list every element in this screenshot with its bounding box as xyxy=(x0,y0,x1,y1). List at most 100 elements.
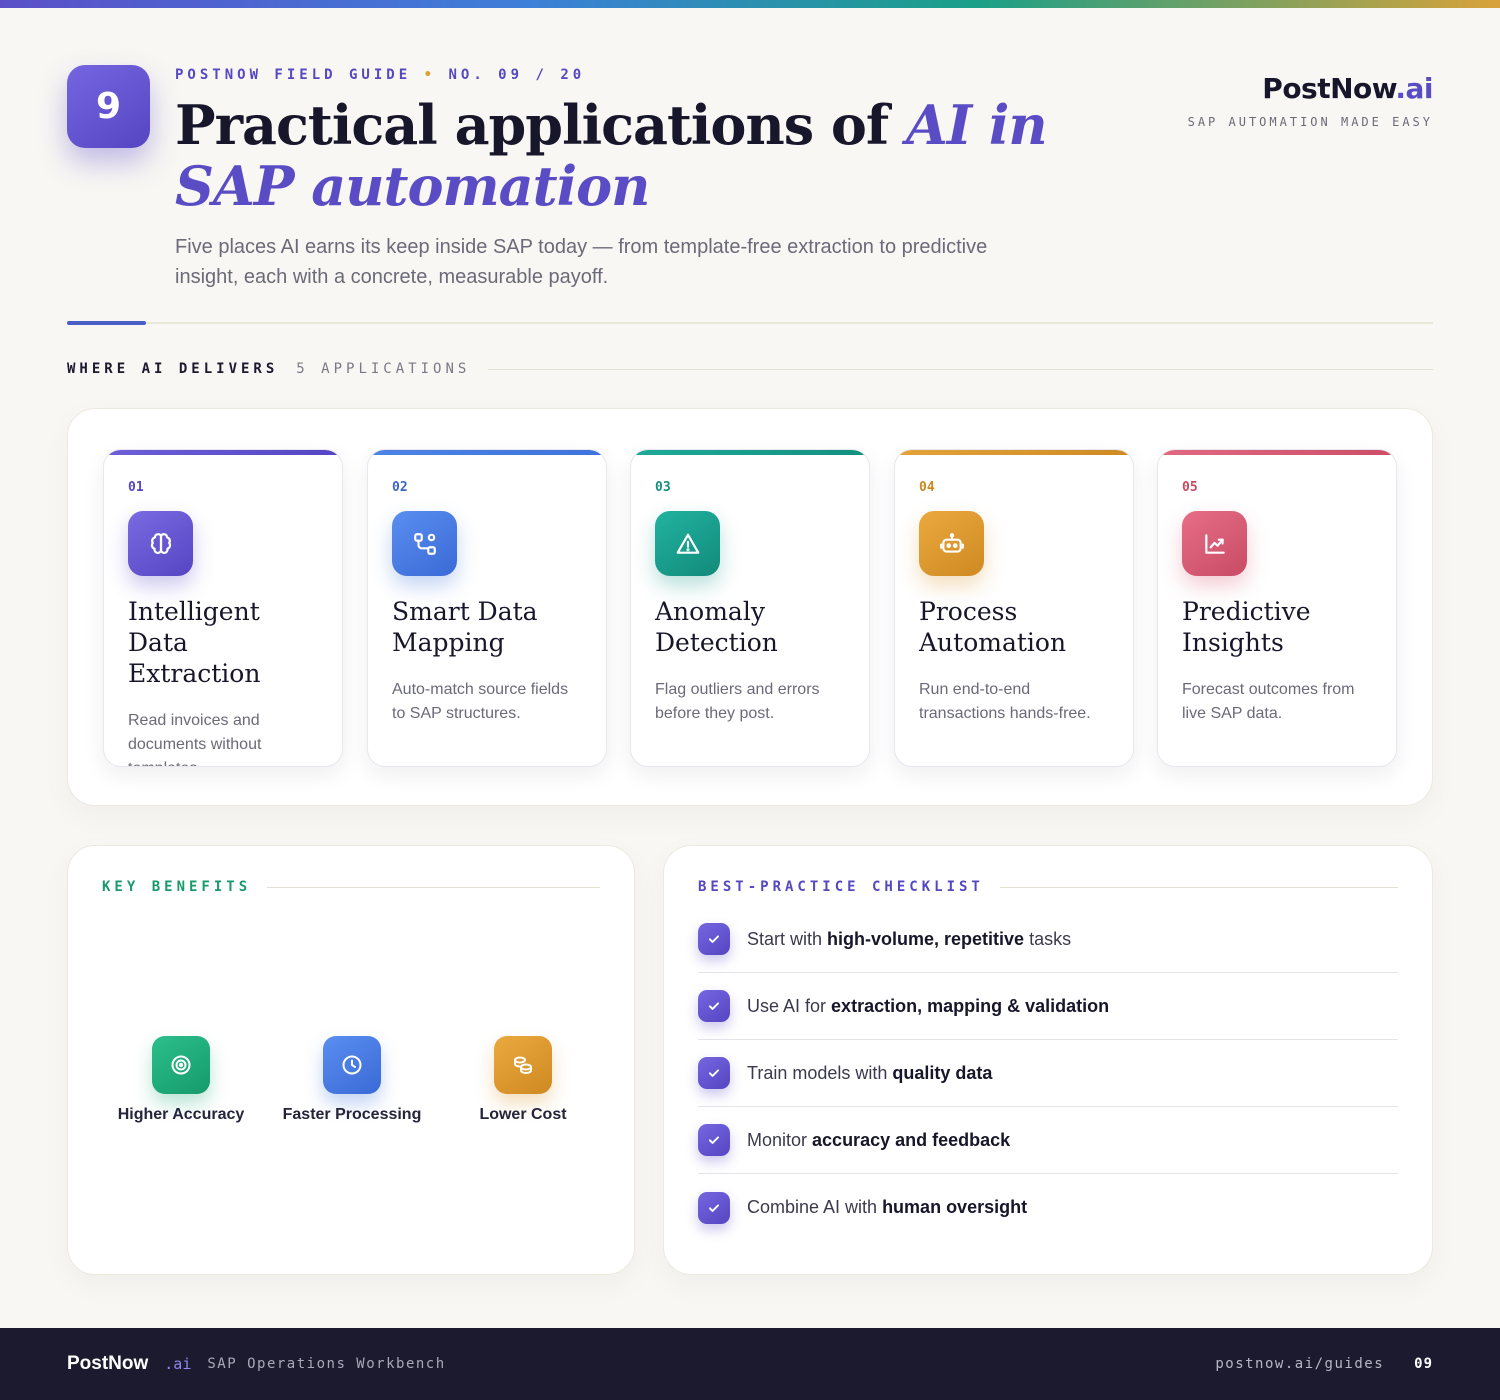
chart-line-icon xyxy=(1182,511,1247,576)
card-title: Predictive Insights xyxy=(1182,597,1311,657)
card-accent-strip xyxy=(368,450,606,455)
checkbox-checked-icon[interactable] xyxy=(698,1124,730,1156)
checklist-text-post: tasks xyxy=(1024,928,1072,949)
checklist-text-pre: Train models with xyxy=(747,1062,893,1083)
checkbox-checked-icon[interactable] xyxy=(698,990,730,1022)
benefit-item: Lower Cost xyxy=(438,1036,608,1124)
card-title: Intelligent Data Extraction xyxy=(128,597,261,688)
header-divider xyxy=(67,322,1433,324)
card-number: 03 xyxy=(655,480,671,495)
checklist-text-bold: quality data xyxy=(892,1062,993,1083)
checklist-text-bold: human oversight xyxy=(882,1197,1028,1217)
checklist-text: Train models with quality data xyxy=(747,1063,992,1084)
robot-icon xyxy=(919,511,984,576)
warning-icon xyxy=(655,511,720,576)
application-card[interactable]: 02 Smart Data Mapping Auto-match source … xyxy=(367,449,607,767)
card-description: Flag outliers and errors before they pos… xyxy=(655,681,820,722)
coins-icon xyxy=(494,1036,552,1094)
card-accent-strip xyxy=(1158,450,1396,455)
section-label: WHERE AI DELIVERS xyxy=(67,361,279,377)
checklist-text-bold: extraction, mapping & validation xyxy=(831,995,1110,1016)
brand-suffix: .ai xyxy=(1395,72,1433,105)
target-icon xyxy=(152,1036,210,1094)
page-footer: PostNow .ai SAP Operations Workbench pos… xyxy=(0,1328,1500,1400)
card-number: 02 xyxy=(392,480,408,495)
footer-url-link[interactable]: postnow.ai/guides xyxy=(1215,1356,1384,1372)
kicker-series: POSTNOW FIELD GUIDE xyxy=(175,67,412,83)
application-card[interactable]: 01 Intelligent Data Extraction Read invo… xyxy=(103,449,343,767)
checklist-text-bold: accuracy and feedback xyxy=(812,1129,1011,1150)
checklist-text-pre: Start with xyxy=(747,928,828,949)
footer-page-number: 09 xyxy=(1414,1356,1433,1372)
checklist-heading-rule xyxy=(999,886,1398,888)
guide-number-badge: 9 xyxy=(67,65,150,148)
footer-brand-suffix: .ai xyxy=(164,1355,192,1373)
card-accent-strip xyxy=(104,450,342,455)
benefit-item: Higher Accuracy xyxy=(96,1036,266,1124)
benefit-item: Faster Processing xyxy=(267,1036,437,1124)
section-heading: WHERE AI DELIVERS 5 APPLICATIONS xyxy=(67,361,1433,377)
card-number: 04 xyxy=(919,480,935,495)
card-number: 01 xyxy=(128,480,144,495)
brain-icon xyxy=(128,511,193,576)
checkbox-checked-icon[interactable] xyxy=(698,1191,730,1224)
card-description: Forecast outcomes from live SAP data. xyxy=(1182,681,1355,722)
card-title: Anomaly Detection xyxy=(655,597,778,657)
benefit-label: Faster Processing xyxy=(282,1106,422,1123)
checklist-text-pre: Combine AI with xyxy=(747,1197,883,1217)
application-card[interactable]: 03 Anomaly Detection Flag outliers and e… xyxy=(630,449,870,767)
applications-panel: 01 Intelligent Data Extraction Read invo… xyxy=(67,408,1433,806)
card-accent-strip xyxy=(631,450,869,455)
benefits-panel: KEY BENEFITS Higher Accuracy Faster Proc… xyxy=(67,845,635,1275)
top-gradient-bar xyxy=(0,0,1500,8)
kicker-issue: NO. 09 / 20 xyxy=(448,67,586,83)
checklist-text-pre: Use AI for xyxy=(747,995,832,1016)
checklist-item: Start with high-volume, repetitive tasks xyxy=(698,906,1398,973)
footer-brand[interactable]: PostNow xyxy=(67,1353,148,1375)
checklist-panel: BEST-PRACTICE CHECKLIST Start with high-… xyxy=(663,845,1433,1275)
application-card[interactable]: 04 Process Automation Run end-to-end tra… xyxy=(894,449,1134,767)
checklist-text: Use AI for extraction, mapping & validat… xyxy=(747,996,1109,1017)
card-accent-strip xyxy=(895,450,1133,455)
checkbox-checked-icon[interactable] xyxy=(698,923,730,955)
brand-block: PostNow.ai SAP AUTOMATION MADE EASY xyxy=(1187,72,1434,129)
page-subtitle: Five places AI earns its keep inside SAP… xyxy=(175,236,988,288)
checkbox-checked-icon[interactable] xyxy=(698,1057,730,1089)
workflow-icon xyxy=(392,511,457,576)
card-description: Run end-to-end transactions hands-free. xyxy=(919,681,1091,722)
brand-logo[interactable]: PostNow.ai xyxy=(1188,72,1433,105)
brand-tagline: SAP AUTOMATION MADE EASY xyxy=(1187,115,1433,129)
header-divider-accent xyxy=(67,321,146,325)
checklist-heading: BEST-PRACTICE CHECKLIST xyxy=(698,879,1398,895)
card-number: 05 xyxy=(1182,480,1198,495)
card-title: Process Automation xyxy=(919,597,1067,657)
checklist-text-pre: Monitor xyxy=(747,1129,813,1150)
checklist-text: Monitor accuracy and feedback xyxy=(747,1130,1010,1151)
benefits-heading-label: KEY BENEFITS xyxy=(102,879,252,895)
card-description: Auto-match source fields to SAP structur… xyxy=(392,681,569,722)
checklist-text: Combine AI with human oversight xyxy=(747,1197,1027,1218)
checklist-item: Use AI for extraction, mapping & validat… xyxy=(698,973,1398,1040)
application-card[interactable]: 05 Predictive Insights Forecast outcomes… xyxy=(1157,449,1397,767)
checklist-text: Start with high-volume, repetitive tasks xyxy=(747,929,1071,950)
clock-icon xyxy=(323,1036,381,1094)
page-title: Practical applications of AI in SAP auto… xyxy=(175,95,1135,217)
checklist-text-bold: high-volume, repetitive xyxy=(827,928,1025,949)
benefit-label: Lower Cost xyxy=(479,1106,567,1123)
brand-name: PostNow xyxy=(1262,72,1396,105)
checklist-heading-label: BEST-PRACTICE CHECKLIST xyxy=(698,879,984,895)
checklist-item: Combine AI with human oversight xyxy=(698,1174,1398,1241)
checklist-item: Train models with quality data xyxy=(698,1040,1398,1107)
section-count: 5 APPLICATIONS xyxy=(296,361,471,377)
card-title: Smart Data Mapping xyxy=(392,597,538,657)
benefits-heading: KEY BENEFITS xyxy=(102,879,600,895)
benefits-heading-rule xyxy=(267,886,600,888)
benefit-label: Higher Accuracy xyxy=(117,1106,245,1123)
title-text: Practical applications of xyxy=(175,93,906,157)
section-rule xyxy=(488,368,1433,370)
card-description: Read invoices and documents without temp… xyxy=(128,712,262,766)
kicker-dot: • xyxy=(423,67,437,83)
guide-kicker: POSTNOW FIELD GUIDE • NO. 09 / 20 xyxy=(175,67,585,83)
checklist-item: Monitor accuracy and feedback xyxy=(698,1107,1398,1174)
footer-product: SAP Operations Workbench xyxy=(207,1356,446,1372)
